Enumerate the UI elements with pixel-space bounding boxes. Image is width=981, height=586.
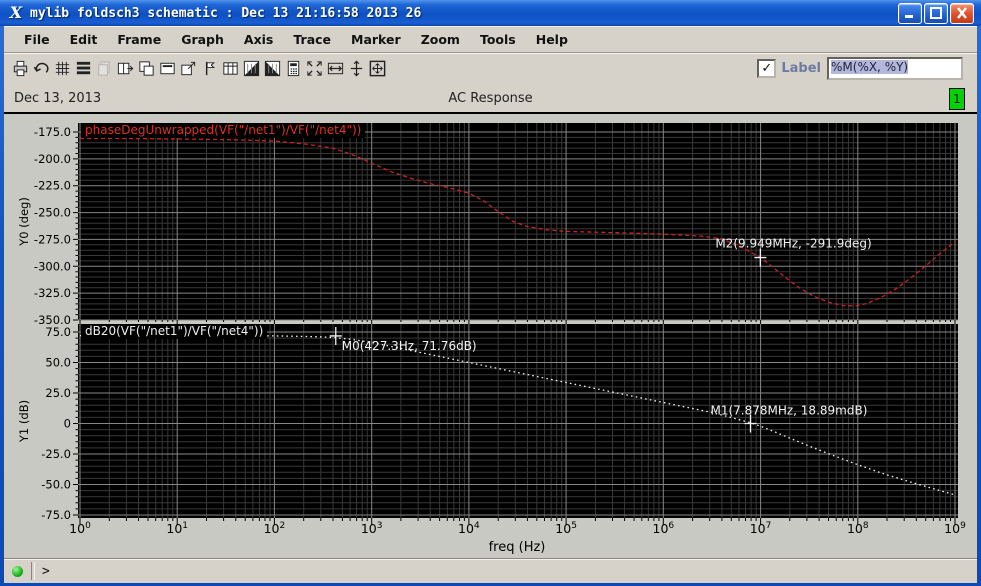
menu-graph[interactable]: Graph: [171, 29, 234, 50]
application-window: X mylib foldsch3 schematic : Dec 13 21:1…: [0, 0, 981, 586]
y-axis-name: Y1 (dB): [17, 400, 31, 443]
copy-icon: [94, 57, 115, 80]
y-tick-label: -225.0: [34, 179, 71, 193]
calculator-icon[interactable]: [283, 57, 304, 80]
label-format-input[interactable]: %M(%X, %Y): [827, 57, 963, 80]
y-tick-label: 50.0: [45, 356, 71, 370]
table-icon[interactable]: [220, 57, 241, 80]
titlebar[interactable]: X mylib foldsch3 schematic : Dec 13 21:1…: [0, 0, 981, 26]
minimize-button[interactable]: [898, 2, 922, 24]
plot-canvas-1[interactable]: [78, 324, 958, 518]
y-tick-label: -25.0: [41, 447, 71, 461]
x-tick-label: 103: [360, 521, 383, 537]
menu-marker[interactable]: Marker: [341, 29, 411, 50]
menu-help[interactable]: Help: [526, 29, 578, 50]
y-tick-label: 0: [64, 417, 71, 431]
statusbar: >: [4, 558, 977, 583]
y-tick-label: -50.0: [41, 478, 71, 492]
check-mark-icon: ✓: [761, 61, 773, 76]
x-tick-label: 106: [652, 521, 675, 537]
y-tick-label: 75.0: [45, 325, 71, 339]
y-axis-ticks: [73, 131, 78, 321]
y-tick-label: -325.0: [34, 286, 71, 300]
menu-tools[interactable]: Tools: [470, 29, 526, 50]
window-number-badge[interactable]: 1: [949, 88, 965, 110]
label-checkbox[interactable]: ✓: [757, 59, 777, 78]
x-tick-label: 108: [846, 521, 869, 537]
maximize-button[interactable]: [924, 2, 948, 24]
x-tick-label: 107: [749, 521, 772, 537]
fit-x-icon[interactable]: [325, 57, 346, 80]
grid-icon[interactable]: [52, 57, 73, 80]
undo-icon[interactable]: [31, 57, 52, 80]
y-axis-name: Y0 (deg): [17, 197, 31, 247]
menu-trace[interactable]: Trace: [283, 29, 341, 50]
pop-out-subwindow-icon[interactable]: [178, 57, 199, 80]
y-tick-label: -175.0: [34, 125, 71, 139]
fit-icon[interactable]: [304, 57, 325, 80]
status-led-icon: [12, 565, 23, 577]
marker-label: M1(7.878MHz, 18.89mdB): [710, 403, 867, 417]
plot-canvas-0[interactable]: [78, 123, 958, 320]
print-icon[interactable]: [10, 57, 31, 80]
fit-y-icon[interactable]: [346, 57, 367, 80]
new-subwindow-icon[interactable]: [136, 57, 157, 80]
update-mode-icon[interactable]: [241, 57, 262, 80]
window-controls: [898, 2, 974, 24]
vertical-marker-icon[interactable]: [199, 57, 220, 80]
x-tick-label: 101: [166, 521, 189, 537]
y-axis-ticks: [73, 331, 78, 516]
x11-logo-icon: X: [9, 3, 23, 22]
statusbar-divider: [31, 562, 35, 580]
y-tick-label: -275.0: [34, 232, 71, 246]
menu-file[interactable]: File: [14, 29, 60, 50]
trace-label-magnitude[interactable]: dB20(VF("/net1")/VF("/net4")): [81, 324, 268, 339]
y-tick-label: -250.0: [34, 206, 71, 220]
x-axis-label: freq (Hz): [488, 540, 546, 555]
menu-zoom[interactable]: Zoom: [411, 29, 470, 50]
window-title: mylib foldsch3 schematic : Dec 13 21:16:…: [30, 5, 422, 21]
delete-subwindow-icon[interactable]: [157, 57, 178, 80]
refresh-mode-icon[interactable]: [262, 57, 283, 80]
label-checkbox-label: Label: [781, 61, 821, 76]
marker-label: M2(9.949MHz, -291.9deg): [715, 237, 871, 251]
x-tick-label: 100: [69, 521, 91, 537]
menubar: File Edit Frame Graph Axis Trace Marker …: [4, 26, 977, 52]
split-strip-icon[interactable]: [115, 57, 136, 80]
y-tick-label: -300.0: [34, 259, 71, 273]
plot-title: AC Response: [448, 91, 533, 106]
menu-axis[interactable]: Axis: [234, 29, 283, 50]
x-tick-label: 104: [458, 521, 480, 537]
y-tick-label: -75.0: [41, 508, 71, 522]
menu-frame[interactable]: Frame: [107, 29, 171, 50]
x-axis-ticks: [79, 518, 956, 525]
y-tick-label: -200.0: [34, 152, 71, 166]
close-button[interactable]: [950, 2, 974, 24]
x-tick-label: 109: [944, 521, 966, 537]
trace-label-phase[interactable]: phaseDegUnwrapped(VF("/net1")/VF("/net4"…: [81, 123, 366, 138]
x-tick-label: 102: [263, 521, 286, 537]
label-format-value: %M(%X, %Y): [831, 60, 909, 74]
command-prompt[interactable]: >: [42, 564, 50, 579]
menu-edit[interactable]: Edit: [60, 29, 108, 50]
toolbar: ✓ Label %M(%X, %Y): [4, 52, 977, 84]
marker-label: M0(427.3Hz, 71.76dB): [342, 339, 477, 353]
strip-chart-icon[interactable]: [73, 57, 94, 80]
y-tick-label: 25.0: [45, 386, 71, 400]
plot-header: Dec 13, 2013 AC Response 1: [4, 84, 977, 112]
fit-window-icon[interactable]: [367, 57, 388, 80]
x-tick-label: 105: [555, 521, 577, 537]
plot-region: -175.0 -200.0 -225.0 -250.0 -275.0 -300.0 -325…: [4, 112, 977, 560]
